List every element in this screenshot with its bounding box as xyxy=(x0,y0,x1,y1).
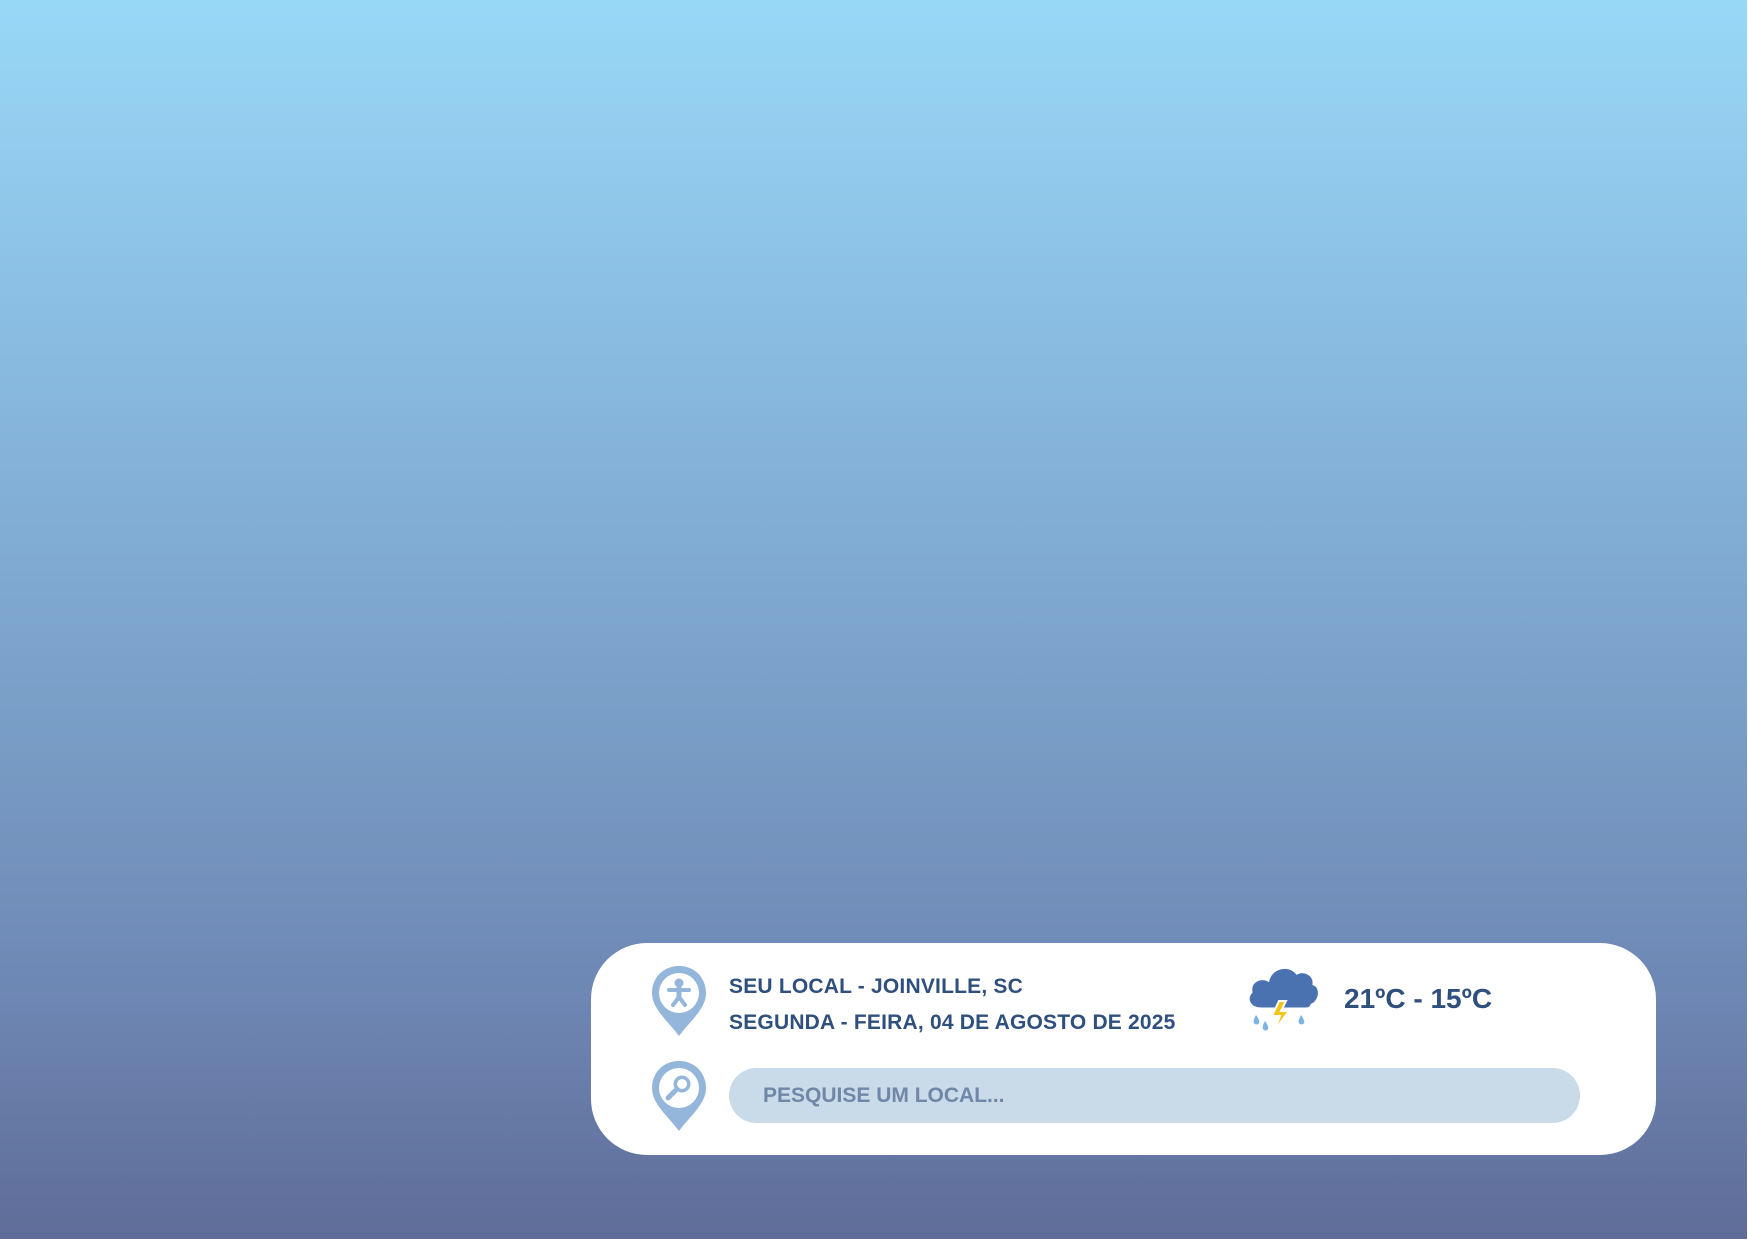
date-label: SEGUNDA - FEIRA, 04 DE AGOSTO DE 2025 xyxy=(729,1011,1176,1034)
location-label: SEU LOCAL - JOINVILLE, SC xyxy=(729,975,1023,998)
app-screen: SEU LOCAL - JOINVILLE, SC SEGUNDA - FEIR… xyxy=(0,0,1748,1240)
weather-card: SEU LOCAL - JOINVILLE, SC SEGUNDA - FEIR… xyxy=(591,943,1656,1155)
person-location-pin-icon[interactable] xyxy=(650,964,708,1038)
search-bar[interactable] xyxy=(729,1068,1580,1123)
search-location-pin-icon[interactable] xyxy=(650,1059,708,1133)
thunderstorm-rain-icon xyxy=(1239,959,1323,1037)
search-input[interactable] xyxy=(763,1083,1543,1108)
temperature-range: 21ºC - 15ºC xyxy=(1344,983,1493,1014)
